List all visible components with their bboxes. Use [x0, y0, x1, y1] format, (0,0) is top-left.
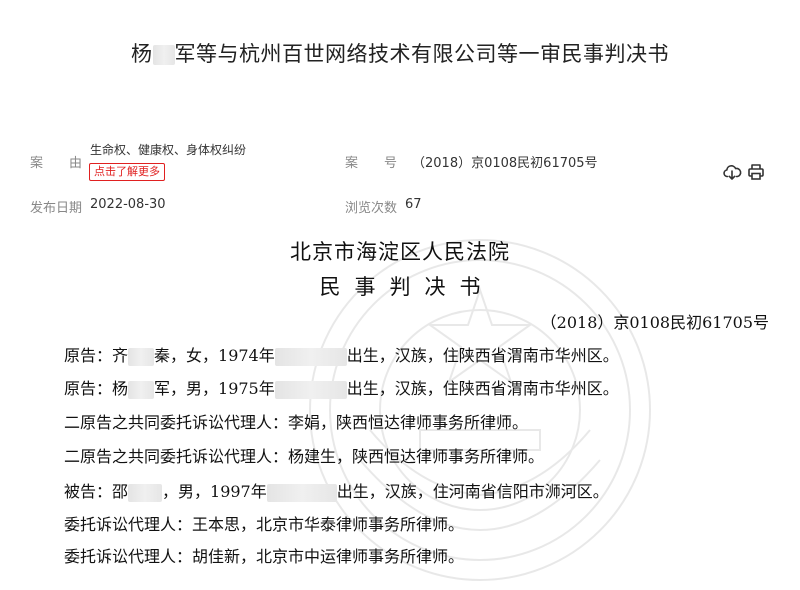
document-type: 民事判决书 — [319, 275, 495, 299]
title-part-2: 军等与杭州百世网络技术有限公司等一审民事判决书 — [174, 42, 669, 66]
court-name: 北京市海淀区人民法院 — [290, 240, 510, 264]
learn-more-button[interactable]: 点击了解更多 — [89, 163, 165, 181]
party-line-agent-1: 二原告之共同委托诉讼代理人：李娟，陕西恒达律师事务所律师。 — [64, 413, 529, 432]
redacted-name — [152, 45, 175, 65]
publish-date-value: 2022-08-30 — [90, 197, 166, 212]
party-line-plaintiff-2: 原告：杨 军，男，1975年 出生，汉族，住陕西省渭南市华州区。 — [64, 379, 619, 399]
cloud-download-icon[interactable] — [722, 162, 742, 182]
redacted-text — [128, 380, 155, 399]
redacted-text — [128, 483, 163, 502]
redacted-text — [266, 483, 337, 502]
publish-date-label: 发布日期 — [30, 201, 83, 216]
cause-value: 生命权、健康权、身体权纠纷 — [90, 143, 247, 157]
party-line-agent-3: 委托诉讼代理人：王本思，北京市华泰律师事务所律师。 — [64, 515, 465, 534]
cause-label: 案 由 — [30, 156, 83, 171]
case-number-value: （2018）京0108民初61705号 — [412, 156, 598, 171]
redacted-text — [274, 380, 347, 399]
views-label: 浏览次数 — [345, 201, 398, 216]
case-number-label: 案 号 — [345, 156, 398, 171]
title-part-1: 杨 — [131, 42, 153, 66]
party-line-plaintiff-1: 原告：齐 秦，女，1974年 出生，汉族，住陕西省渭南市华州区。 — [64, 346, 619, 366]
party-line-agent-4: 委托诉讼代理人：胡佳新，北京市中运律师事务所律师。 — [64, 547, 465, 566]
views-value: 67 — [405, 197, 422, 212]
redacted-text — [274, 347, 347, 366]
redacted-text — [128, 347, 155, 366]
party-line-agent-2: 二原告之共同委托诉讼代理人：杨建生，陕西恒达律师事务所律师。 — [64, 447, 545, 466]
party-line-defendant: 被告：邵 ，男，1997年 出生，汉族，住河南省信阳市浉河区。 — [64, 482, 609, 502]
printer-icon[interactable] — [746, 162, 766, 182]
document-case-number: （2018）京0108民初61705号 — [540, 313, 769, 332]
page-title: 杨军等与杭州百世网络技术有限公司等一审民事判决书 — [0, 38, 800, 68]
